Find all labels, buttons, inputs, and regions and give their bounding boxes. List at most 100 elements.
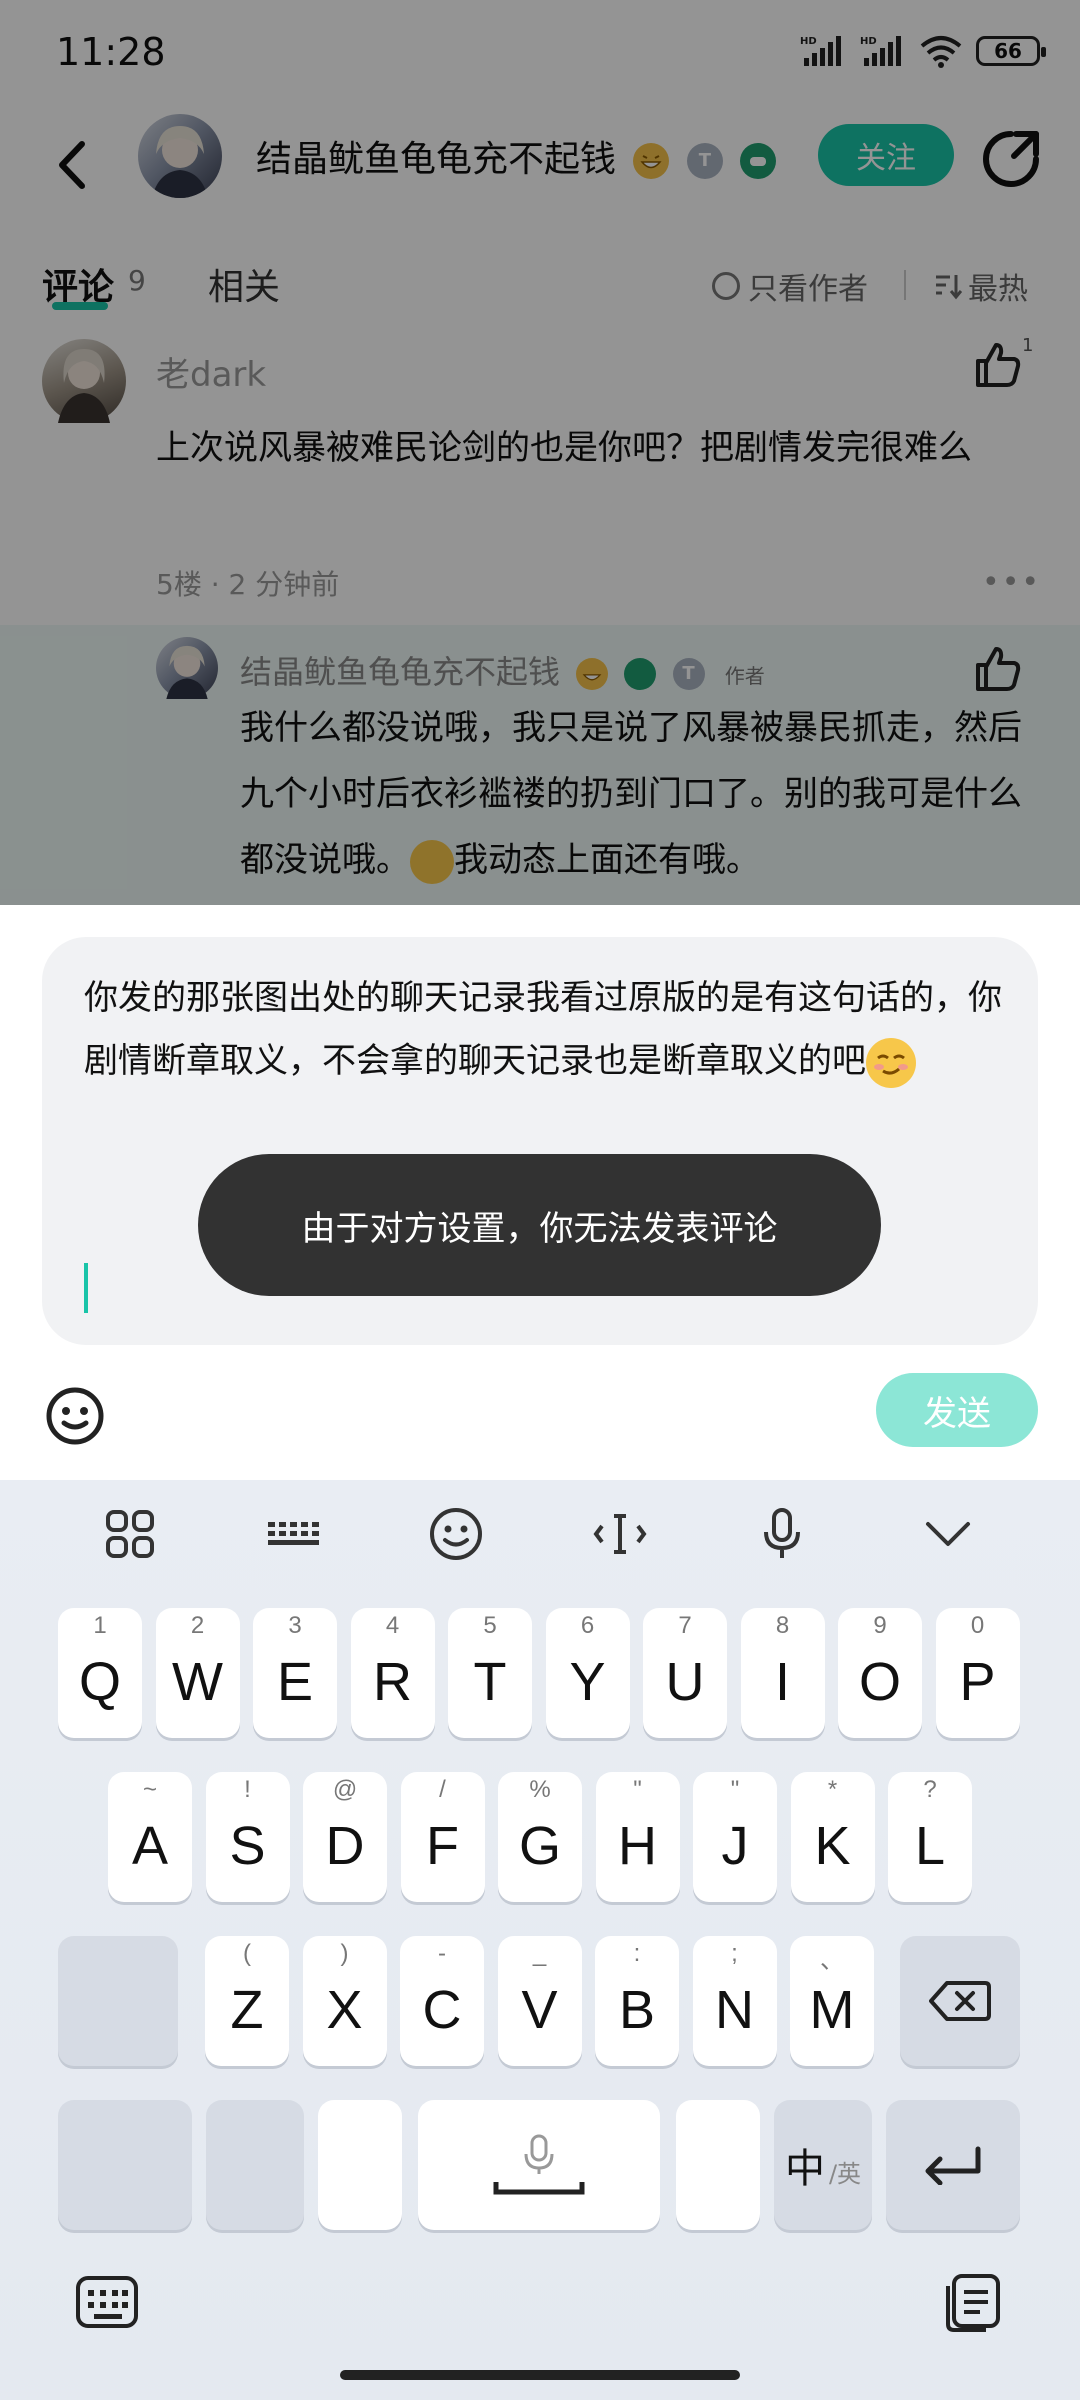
comment-draft-text: 你发的那张图出处的聊天记录我看过原版的是有这句话的，你剧情断章取义，不会拿的聊天… xyxy=(84,967,1004,1093)
key-sub-label: 8 xyxy=(775,1612,790,1639)
key-sub-label: 2 xyxy=(190,1612,205,1639)
key-c[interactable]: -C xyxy=(400,1936,484,2066)
reply-user-row[interactable]: 结晶鱿鱼龟龟充不起钱 T 作者 xyxy=(240,647,765,693)
divider xyxy=(904,270,906,300)
key-r[interactable]: 4R xyxy=(350,1608,435,1738)
key-label: U xyxy=(665,1652,705,1712)
reply-text: 我什么都没说哦，我只是说了风暴被暴民抓走，然后九个小时后衣衫褴褛的扔到门口了。别… xyxy=(240,695,1040,893)
key-label: T xyxy=(473,1652,507,1712)
sort-label: 最热 xyxy=(968,272,1028,307)
key-d[interactable]: @ D xyxy=(303,1772,387,1902)
grin-emoji-icon xyxy=(633,143,670,179)
collapse-keyboard-icon[interactable] xyxy=(918,1504,978,1564)
key-k[interactable]: * K xyxy=(790,1772,875,1902)
author-avatar[interactable] xyxy=(138,114,222,198)
reply-avatar[interactable] xyxy=(156,637,218,699)
apps-grid-icon[interactable] xyxy=(100,1504,160,1564)
comma-key[interactable] xyxy=(318,2100,402,2230)
keyboard-switch-icon[interactable] xyxy=(74,2272,140,2334)
key-i[interactable]: 8I xyxy=(740,1608,825,1738)
key-label: Z xyxy=(230,1980,264,2040)
key-f[interactable]: / F xyxy=(400,1772,485,1902)
key-sub-label: 6 xyxy=(580,1612,595,1639)
key-label: G xyxy=(518,1816,561,1876)
language-key[interactable]: 中/英 xyxy=(774,2100,872,2230)
key-h[interactable]: " H xyxy=(595,1772,680,1902)
cursor-move-icon[interactable] xyxy=(590,1504,650,1564)
key-s[interactable]: ! S xyxy=(205,1772,290,1902)
key-label: D xyxy=(325,1816,365,1876)
key-z[interactable]: (Z xyxy=(205,1936,289,2066)
comment-text: 上次说风暴被难民论剑的也是你吧？把剧情发完很难么 xyxy=(156,428,972,468)
key-a[interactable]: ~ A xyxy=(108,1772,192,1902)
key-j[interactable]: " J xyxy=(693,1772,777,1902)
wifi-icon xyxy=(920,36,962,68)
key-label: E xyxy=(276,1652,314,1712)
key-x[interactable]: ) X xyxy=(302,1936,387,2066)
space-key[interactable] xyxy=(418,2100,660,2230)
share-icon[interactable] xyxy=(980,128,1042,190)
more-options-icon[interactable]: ••• xyxy=(982,565,1041,600)
key-e[interactable]: 3E xyxy=(253,1608,337,1738)
key-label: Q xyxy=(78,1652,121,1712)
key-u[interactable]: 7U xyxy=(643,1608,727,1738)
key-label: S xyxy=(229,1816,266,1876)
microphone-icon[interactable] xyxy=(752,1504,812,1564)
enter-key[interactable] xyxy=(886,2100,1020,2230)
key-sub-label: 7 xyxy=(678,1612,692,1639)
key-y[interactable]: 6Y xyxy=(545,1608,630,1738)
author-only-toggle[interactable]: 只看作者 xyxy=(712,264,868,308)
author-name-row[interactable]: 结晶鱿鱼龟龟充不起钱 T xyxy=(256,130,777,182)
thumbs-up-icon[interactable] xyxy=(972,339,1024,391)
key-label: B xyxy=(618,1980,656,2040)
period-key[interactable] xyxy=(676,2100,760,2230)
key-label: R xyxy=(373,1652,412,1712)
backspace-key[interactable] xyxy=(900,1936,1020,2066)
sort-hot-button[interactable]: 最热 xyxy=(932,264,1028,308)
key-m[interactable]: 、 M xyxy=(790,1936,874,2066)
back-arrow-icon[interactable] xyxy=(44,130,104,200)
radio-icon xyxy=(712,272,740,300)
tab-related[interactable]: 相关 xyxy=(208,258,280,310)
follow-button[interactable]: 关注 xyxy=(818,124,954,186)
reply-user-name: 结晶鱿鱼龟龟充不起钱 xyxy=(240,653,561,691)
clipboard-icon[interactable] xyxy=(938,2272,1004,2334)
key-n[interactable]: ; N xyxy=(692,1936,777,2066)
symbols-key[interactable] xyxy=(58,2100,192,2230)
key-q[interactable]: 1Q xyxy=(58,1608,142,1738)
key-t[interactable]: 5T xyxy=(448,1608,532,1738)
comment-count: 9 xyxy=(128,264,146,297)
signal-icon: HD xyxy=(800,36,841,66)
thumbs-up-icon[interactable] xyxy=(972,643,1024,695)
like-count: 1 xyxy=(1022,335,1034,356)
key-sub-label: ! xyxy=(244,1776,251,1803)
numbers-key[interactable] xyxy=(206,2100,304,2230)
key-g[interactable]: % G xyxy=(498,1772,582,1902)
commenter-name[interactable]: 老dark xyxy=(156,347,266,396)
ime-keyboard: 1 Q 2 W 3 E 4 R 5 T 6 Y 7 U 8 I 9 O 0 P ~ A! S @ D / F% G " H " J * K? L(Z… xyxy=(0,1480,1080,2400)
key-l[interactable]: ? L xyxy=(888,1772,972,1902)
key-label: M xyxy=(809,1980,855,2040)
key-label: C xyxy=(422,1980,462,2040)
segment-key[interactable] xyxy=(58,1936,178,2066)
emoji-face-icon[interactable] xyxy=(426,1504,486,1564)
author-tag: 作者 xyxy=(724,664,765,688)
post-page: 11:28 HD HD 66 结晶鱿鱼龟龟充不起钱 T 关注 评论 9 相关 只… xyxy=(0,0,1080,905)
key-label: O xyxy=(858,1652,901,1712)
signal-icon-2: HD xyxy=(860,36,901,66)
key-label: H xyxy=(618,1816,657,1876)
emoji-picker-icon[interactable] xyxy=(44,1385,106,1447)
key-p[interactable]: 0P xyxy=(935,1608,1020,1738)
key-sub-label: / xyxy=(439,1776,446,1803)
key-b[interactable]: :B xyxy=(595,1936,679,2066)
status-bar: 11:28 HD HD 66 xyxy=(0,0,1080,110)
keyboard-layout-icon[interactable] xyxy=(264,1504,324,1564)
level-badge-icon: T xyxy=(686,143,723,179)
home-indicator[interactable] xyxy=(340,2370,740,2380)
send-button[interactable]: 发送 xyxy=(876,1373,1038,1447)
key-v[interactable]: _ V xyxy=(497,1936,582,2066)
key-o[interactable]: 9O xyxy=(838,1608,922,1738)
sort-icon xyxy=(936,275,962,300)
key-w[interactable]: 2W xyxy=(155,1608,240,1738)
commenter-avatar[interactable] xyxy=(42,339,126,423)
